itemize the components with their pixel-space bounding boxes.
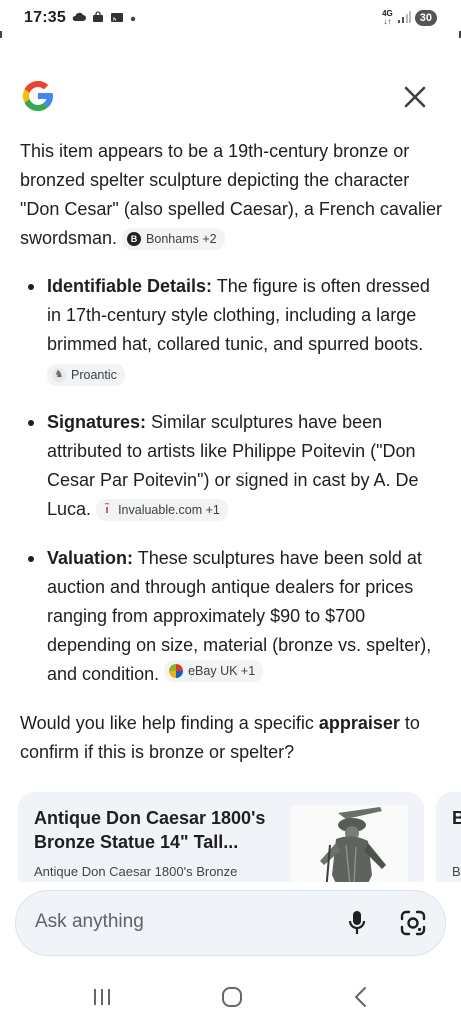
list-item: Signatures: Similar sculptures have been… — [20, 408, 445, 524]
signal-icon — [397, 11, 411, 25]
bullet-heading: Valuation: — [47, 548, 134, 568]
network-arrows: ↓↑ — [383, 17, 392, 26]
answer-bullet-list: Identifiable Details: The figure is ofte… — [20, 272, 445, 689]
back-button[interactable] — [341, 982, 381, 1012]
source-chip-ebay[interactable]: eBay UK +1 — [164, 660, 264, 682]
home-button[interactable] — [212, 982, 252, 1012]
result-cards-carousel[interactable]: Antique Don Caesar 1800's Bronze Statue … — [18, 792, 461, 882]
result-card-snippet: B — [452, 864, 461, 879]
recents-button[interactable] — [82, 982, 122, 1012]
bonhams-icon: B — [127, 232, 142, 246]
result-card-thumbnail — [290, 805, 408, 882]
source-chip-bonhams[interactable]: B Bonhams +2 — [122, 228, 225, 250]
answer-intro-text: This item appears to be a 19th-century b… — [20, 141, 442, 248]
source-chip-label: Bonhams +2 — [146, 232, 217, 246]
screen-edge-mark-left — [0, 31, 2, 38]
cloud-icon — [72, 12, 86, 24]
close-button[interactable] — [398, 80, 432, 114]
proantic-icon: ♞ — [52, 368, 66, 382]
home-icon — [222, 987, 242, 1007]
source-chip-label: eBay UK +1 — [188, 664, 256, 678]
invaluable-icon: ı̃ — [105, 504, 109, 516]
status-left: 17:35 — [24, 9, 136, 27]
list-item: Valuation: These sculptures have been so… — [20, 544, 445, 689]
question-text-bold: appraiser — [318, 713, 400, 733]
network-indicator: 4G ↓↑ — [382, 10, 393, 26]
follow-up-question: Would you like help finding a specific a… — [20, 709, 445, 767]
dot-icon — [130, 12, 136, 24]
bag-icon — [92, 11, 104, 25]
ask-bar[interactable]: Ask anything — [15, 890, 446, 956]
system-navigation-bar — [0, 974, 461, 1018]
back-icon — [355, 987, 366, 1007]
bullet-heading: Identifiable Details: — [47, 276, 213, 296]
lens-icon — [400, 910, 426, 936]
mic-icon — [348, 911, 366, 934]
bullet-heading: Signatures: — [47, 412, 147, 432]
ebay-icon — [169, 664, 184, 678]
status-right: 4G ↓↑ 30 — [382, 10, 437, 26]
source-chip-invaluable[interactable]: ı̃ Invaluable.com +1 — [96, 499, 228, 521]
answer-intro: This item appears to be a 19th-century b… — [20, 137, 445, 253]
overlay-header — [20, 78, 440, 118]
source-chip-label: Invaluable.com +1 — [118, 503, 220, 517]
ai-answer: This item appears to be a 19th-century b… — [20, 137, 445, 767]
status-time: 17:35 — [24, 9, 66, 26]
ask-input[interactable]: Ask anything — [35, 911, 144, 933]
source-chip-proantic[interactable]: ♞ Proantic — [47, 364, 125, 386]
source-chip-label: Proantic — [71, 368, 117, 382]
google-lens-button[interactable] — [397, 907, 429, 939]
result-card-snippet: Antique Don Caesar 1800's Bronze — [34, 864, 238, 879]
google-logo-icon — [20, 78, 56, 114]
list-item: Identifiable Details: The figure is ofte… — [20, 272, 445, 388]
question-text-before: Would you like help finding a specific — [20, 713, 319, 733]
voice-search-button[interactable] — [341, 907, 373, 939]
recents-icon — [94, 989, 110, 1005]
cast-icon — [110, 12, 124, 25]
result-card[interactable]: Antique Don Caesar 1800's Bronze Statue … — [18, 792, 424, 882]
status-bar: 17:35 4G ↓↑ 30 — [0, 0, 461, 36]
close-icon — [404, 86, 426, 108]
result-card-title: Antique Don Caesar 1800's Bronze Statue … — [34, 808, 266, 852]
result-card-title: B F — [452, 808, 461, 828]
result-card[interactable]: B F B — [436, 792, 461, 882]
battery-indicator: 30 — [414, 10, 437, 26]
